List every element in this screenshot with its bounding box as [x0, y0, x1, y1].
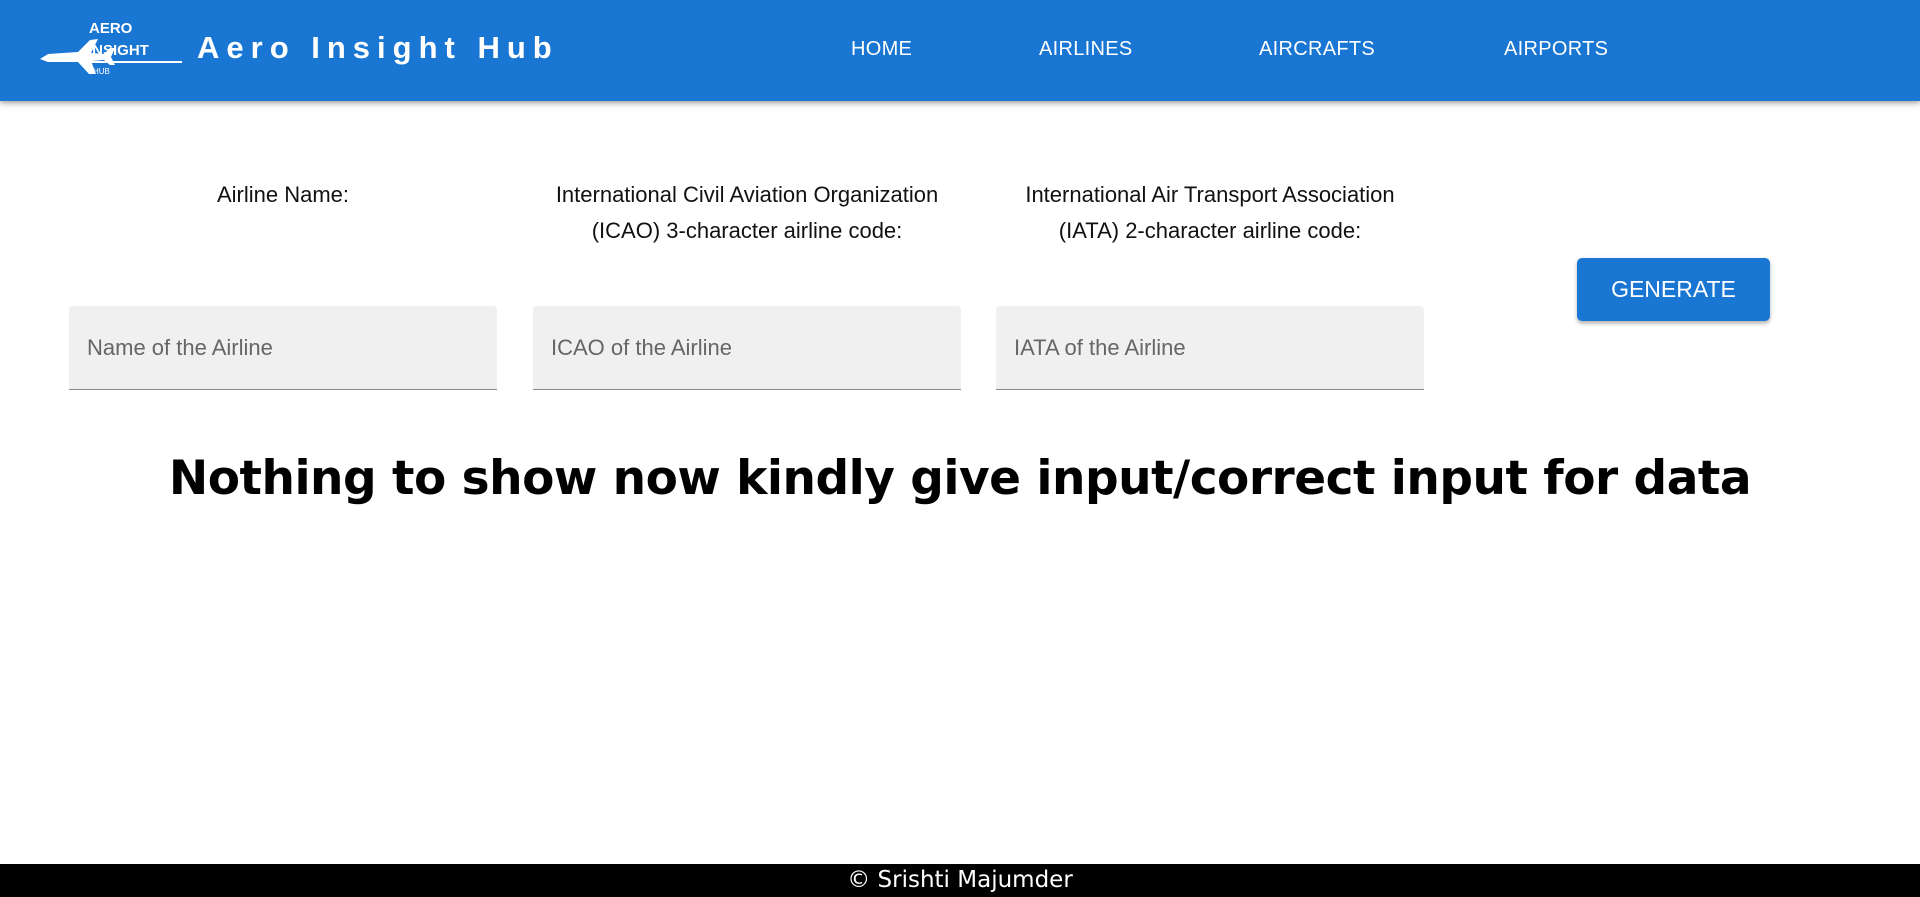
nav-airlines[interactable]: AIRLINES [1039, 38, 1133, 61]
airline-name-input[interactable] [69, 306, 497, 389]
airline-name-label: Airline Name: [216, 182, 350, 207]
nav-home[interactable]: HOME [851, 38, 912, 61]
iata-code-input[interactable] [996, 306, 1424, 389]
brand-logo[interactable]: AERO INSIGHT HUB [38, 18, 184, 80]
logo-text-insight: INSIGHT [88, 42, 149, 59]
nav-airports[interactable]: AIRPORTS [1504, 38, 1608, 61]
app-bar: AERO INSIGHT HUB Aero Insight Hub HOME A… [0, 0, 1920, 101]
footer: © Srishti Majumder [0, 864, 1920, 897]
icao-code-field [533, 306, 961, 390]
iata-code-field [996, 306, 1424, 390]
logo-text-hub: HUB [93, 67, 110, 76]
empty-state-message: Nothing to show now kindly give input/co… [168, 451, 1752, 506]
icao-code-label: International Civil Aviation Organizatio… [555, 182, 939, 243]
generate-button[interactable]: GENERATE [1577, 258, 1770, 321]
logo-text-aero: AERO [89, 20, 133, 37]
app-title[interactable]: Aero Insight Hub [197, 30, 559, 66]
nav-aircrafts[interactable]: AIRCRAFTS [1259, 38, 1375, 61]
footer-copyright: © Srishti Majumder [847, 867, 1073, 893]
airline-name-field [69, 306, 497, 390]
icao-code-input[interactable] [533, 306, 961, 389]
logo-underline [86, 61, 182, 63]
iata-code-label: International Air Transport Association … [1025, 182, 1395, 243]
